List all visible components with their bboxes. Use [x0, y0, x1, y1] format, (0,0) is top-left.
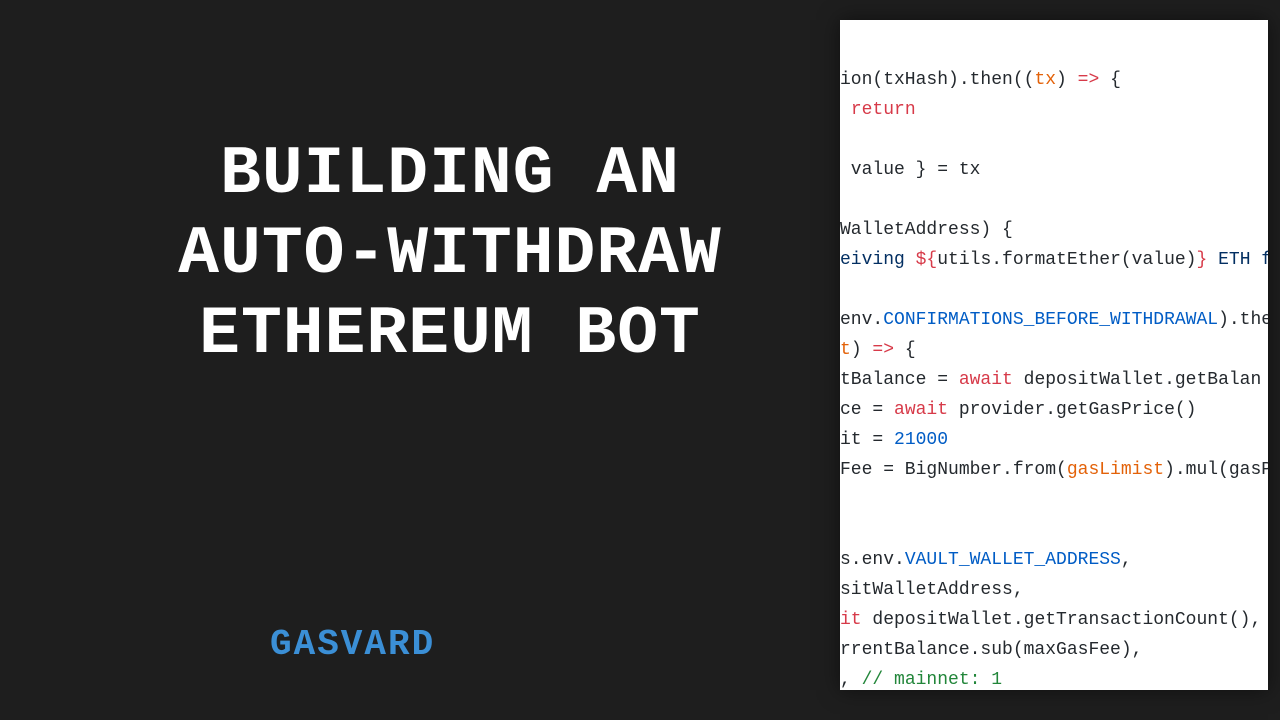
code-line: eiving ${utils.formatEther(value)} ETH f — [840, 245, 1268, 275]
brand-label: GASVARD — [270, 624, 435, 665]
code-line: env.CONFIRMATIONS_BEFORE_WITHDRAWAL).the — [840, 305, 1268, 335]
code-snippet-panel: ion(txHash).then((tx) => { return value … — [840, 20, 1268, 690]
code-line — [840, 485, 1268, 515]
code-line: rrentBalance.sub(maxGasFee), — [840, 635, 1268, 665]
code-line: t) => { — [840, 335, 1268, 365]
code-line: it depositWallet.getTransactionCount(), — [840, 605, 1268, 635]
code-line — [840, 275, 1268, 305]
code-line — [840, 185, 1268, 215]
code-line: WalletAddress) { — [840, 215, 1268, 245]
title-line-2: AUTO-WITHDRAW — [178, 216, 722, 293]
code-line: it = 21000 — [840, 425, 1268, 455]
code-line: return — [840, 95, 1268, 125]
code-line: sitWalletAddress, — [840, 575, 1268, 605]
code-line: , // mainnet: 1 — [840, 665, 1268, 690]
code-line: ion(txHash).then((tx) => { — [840, 65, 1268, 95]
code-line — [840, 125, 1268, 155]
code-line: value } = tx — [840, 155, 1268, 185]
code-line: s.env.VAULT_WALLET_ADDRESS, — [840, 545, 1268, 575]
code-line: tBalance = await depositWallet.getBalan — [840, 365, 1268, 395]
title-heading: BUILDING AN AUTO-WITHDRAW ETHEREUM BOT — [70, 135, 830, 376]
title-line-3: ETHEREUM BOT — [199, 296, 701, 373]
title-line-1: BUILDING AN — [220, 136, 680, 213]
title-block: BUILDING AN AUTO-WITHDRAW ETHEREUM BOT — [70, 135, 830, 376]
code-line: ce = await provider.getGasPrice() — [840, 395, 1268, 425]
code-line: Fee = BigNumber.from(gasLimist).mul(gasP — [840, 455, 1268, 485]
code-line — [840, 515, 1268, 545]
